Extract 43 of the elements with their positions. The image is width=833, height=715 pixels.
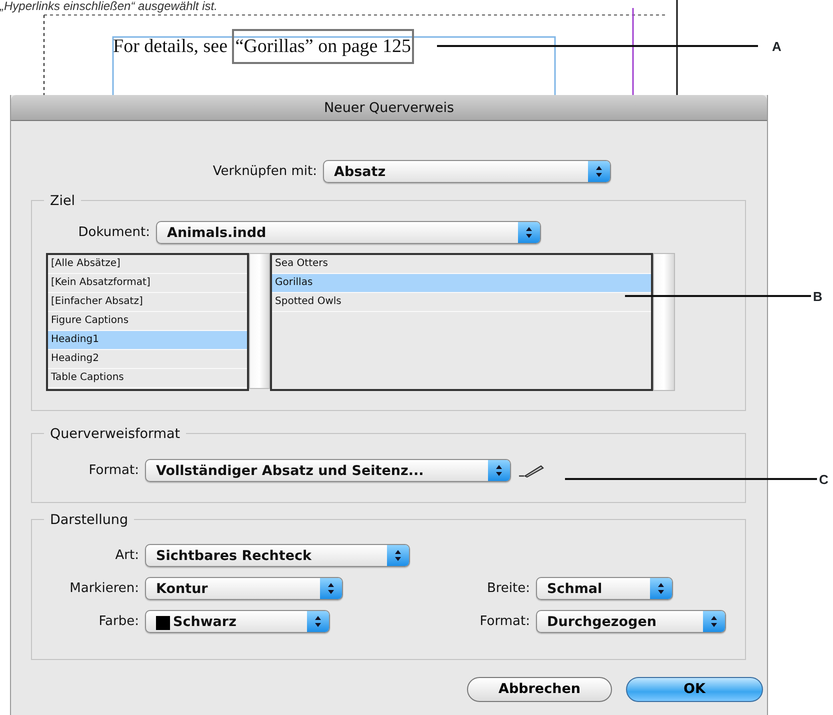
paragraph-item[interactable]: Gorillas (272, 274, 651, 293)
field-label: Format: (88, 462, 140, 480)
cross-reference-sentence: For details, see “Gorillas” on page 125 (113, 29, 414, 65)
paragraph-style-item[interactable]: Heading2 (48, 350, 247, 369)
field-label: Breite: (486, 580, 531, 598)
field-label: Format: (478, 612, 531, 631)
paragraph-item[interactable]: Spotted Owls (272, 293, 651, 312)
paragraph-style-item[interactable]: [Einfacher Absatz] (48, 293, 247, 312)
link-type-dropdown[interactable]: Absatz (323, 160, 611, 183)
paragraph-style-item[interactable]: Table Captions (48, 369, 247, 388)
format-dropdown[interactable]: Vollständiger Absatz und Seitenz... (145, 459, 511, 482)
paragraph-style-item[interactable]: [Kein Absatzformat] (48, 274, 247, 293)
ok-button[interactable]: OK (626, 677, 763, 702)
dropdown-arrow-icon (525, 226, 533, 239)
line-style-dropdown[interactable]: Durchgezogen (536, 610, 726, 633)
dropdown-arrow-icon (495, 464, 503, 477)
dropdown-arrow-icon (595, 165, 603, 178)
field-label: Dokument: (77, 224, 151, 242)
width-dropdown[interactable]: Schmal (536, 577, 673, 600)
callout-label: C (819, 471, 828, 489)
swatch-icon (156, 616, 170, 630)
cancel-button[interactable]: Abbrechen (467, 677, 612, 702)
field-label: Verknüpfen mit: (212, 162, 318, 181)
highlight-dropdown[interactable]: Kontur (145, 577, 343, 600)
dropdown-arrow-icon (710, 615, 718, 628)
dialog-title: Neuer Querverweis (11, 95, 767, 121)
callout-label: A (772, 38, 782, 56)
callout-label: B (813, 288, 822, 306)
dropdown-arrow-icon (394, 549, 402, 562)
dropdown-arrow-icon (657, 582, 665, 595)
link-appearance-dropdown[interactable]: Sichtbares Rechteck (145, 544, 410, 567)
field-label: Art: (114, 546, 140, 565)
paragraph-style-item[interactable]: Heading1 (48, 331, 247, 350)
scrollbar[interactable] (653, 253, 675, 391)
document-dropdown[interactable]: Animals.indd (156, 221, 541, 244)
field-label: Markieren: (68, 580, 140, 598)
field-label: Farbe: (98, 612, 140, 631)
dropdown-arrow-icon (314, 615, 322, 628)
paragraph-style-item[interactable]: [Alle Absätze] (48, 255, 247, 274)
color-dropdown[interactable]: Schwarz (145, 610, 330, 633)
dropdown-arrow-icon (327, 582, 335, 595)
pencil-icon[interactable] (517, 464, 545, 478)
scrollbar[interactable] (249, 253, 270, 389)
